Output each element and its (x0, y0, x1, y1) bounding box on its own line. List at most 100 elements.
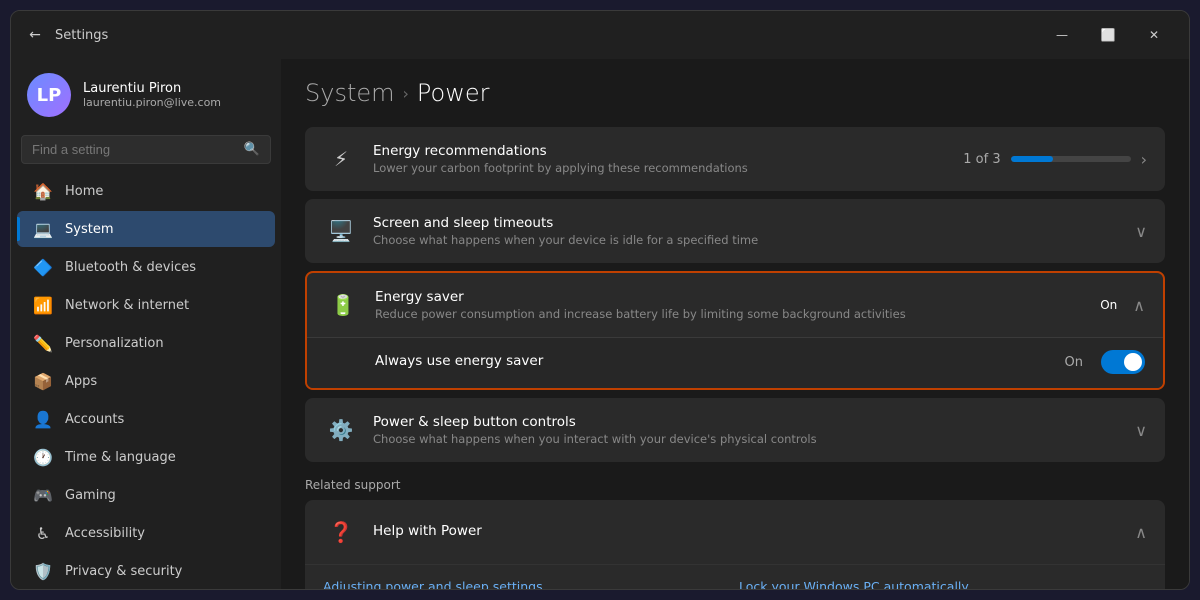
chevron-down-icon: ∨ (1135, 222, 1147, 241)
energy-recommendations-row[interactable]: ⚡ Energy recommendations Lower your carb… (305, 127, 1165, 191)
help-header[interactable]: ❓ Help with Power ∧ (305, 500, 1165, 565)
bluetooth-icon: 🔷 (33, 257, 53, 277)
power-sleep-right: ∨ (1135, 421, 1147, 440)
titlebar-left: ← Settings (23, 23, 108, 47)
gaming-icon: 🎮 (33, 485, 53, 505)
energy-progress-fill (1011, 156, 1053, 162)
sidebar-item-network[interactable]: 📶 Network & internet (17, 287, 275, 323)
back-button[interactable]: ← (23, 23, 47, 47)
power-sleep-subtitle: Choose what happens when you interact wi… (373, 432, 1121, 446)
privacy-icon: 🛡️ (33, 561, 53, 581)
energy-saver-text: Energy saver Reduce power consumption an… (375, 289, 1086, 321)
sidebar-item-label: System (65, 222, 113, 237)
sidebar: LP Laurentiu Piron laurentiu.piron@live.… (11, 59, 281, 589)
home-icon: 🏠 (33, 181, 53, 201)
sidebar-item-accessibility[interactable]: ♿ Accessibility (17, 515, 275, 551)
toggle-thumb (1124, 353, 1142, 371)
energy-saver-expanded-content: Always use energy saver On (307, 338, 1163, 388)
accounts-icon: 👤 (33, 409, 53, 429)
sidebar-item-label: Network & internet (65, 298, 189, 313)
power-sleep-row[interactable]: ⚙️ Power & sleep button controls Choose … (305, 398, 1165, 462)
help-link-0[interactable]: Adjusting power and sleep settings (323, 579, 731, 589)
screen-sleep-text: Screen and sleep timeouts Choose what ha… (373, 215, 1121, 247)
energy-saver-right: On ∧ (1100, 296, 1145, 315)
close-button[interactable]: ✕ (1131, 19, 1177, 51)
maximize-button[interactable]: ⬜ (1085, 19, 1131, 51)
sidebar-item-bluetooth[interactable]: 🔷 Bluetooth & devices (17, 249, 275, 285)
sidebar-item-system[interactable]: 💻 System (17, 211, 275, 247)
always-use-label: Always use energy saver (375, 353, 543, 369)
chevron-down-icon-2: ∨ (1135, 421, 1147, 440)
sidebar-item-personalization[interactable]: ✏️ Personalization (17, 325, 275, 361)
apps-icon: 📦 (33, 371, 53, 391)
user-name: Laurentiu Piron (83, 81, 221, 96)
sidebar-item-label: Home (65, 184, 103, 199)
search-box[interactable]: 🔍 (21, 135, 271, 164)
minimize-button[interactable]: — (1039, 19, 1085, 51)
help-card: ❓ Help with Power ∧ Adjusting power and … (305, 500, 1165, 589)
breadcrumb-parent[interactable]: System (305, 79, 395, 107)
user-info: Laurentiu Piron laurentiu.piron@live.com (83, 81, 221, 109)
energy-saver-subtitle: Reduce power consumption and increase ba… (375, 307, 1086, 321)
sidebar-item-label: Gaming (65, 488, 116, 503)
related-support-label: Related support (305, 478, 1165, 492)
breadcrumb-current: Power (417, 79, 490, 107)
breadcrumb-separator: › (403, 84, 409, 103)
energy-rec-text: Energy recommendations Lower your carbon… (373, 143, 949, 175)
sidebar-item-gaming[interactable]: 🎮 Gaming (17, 477, 275, 513)
energy-progress-bar (1011, 156, 1131, 162)
search-icon: 🔍 (244, 142, 260, 157)
screen-sleep-row[interactable]: 🖥️ Screen and sleep timeouts Choose what… (305, 199, 1165, 263)
sidebar-item-time[interactable]: 🕐 Time & language (17, 439, 275, 475)
network-icon: 📶 (33, 295, 53, 315)
screen-sleep-title: Screen and sleep timeouts (373, 215, 1121, 231)
sidebar-item-privacy[interactable]: 🛡️ Privacy & security (17, 553, 275, 589)
breadcrumb: System › Power (305, 79, 1165, 107)
sidebar-item-label: Personalization (65, 336, 164, 351)
help-links: Adjusting power and sleep settings Lock … (305, 565, 1165, 589)
sidebar-item-label: Accessibility (65, 526, 145, 541)
toggle-on-label: On (1065, 355, 1083, 370)
sidebar-item-label: Time & language (65, 450, 176, 465)
time-icon: 🕐 (33, 447, 53, 467)
always-use-toggle[interactable] (1101, 350, 1145, 374)
search-input[interactable] (32, 142, 236, 157)
help-chevron-up-icon: ∧ (1135, 523, 1147, 542)
screen-sleep-card: 🖥️ Screen and sleep timeouts Choose what… (305, 199, 1165, 263)
avatar[interactable]: LP (27, 73, 71, 117)
user-section: LP Laurentiu Piron laurentiu.piron@live.… (11, 59, 281, 131)
app-title: Settings (55, 28, 108, 43)
screen-sleep-right: ∨ (1135, 222, 1147, 241)
energy-saver-icon: 🔋 (325, 287, 361, 323)
sidebar-item-label: Apps (65, 374, 97, 389)
energy-rec-subtitle: Lower your carbon footprint by applying … (373, 161, 949, 175)
toggle-group: On (1065, 350, 1145, 374)
energy-saver-title: Energy saver (375, 289, 1086, 305)
power-sleep-icon: ⚙️ (323, 412, 359, 448)
sidebar-item-home[interactable]: 🏠 Home (17, 173, 275, 209)
sidebar-item-label: Accounts (65, 412, 124, 427)
chevron-up-icon: ∧ (1133, 296, 1145, 315)
titlebar: ← Settings — ⬜ ✕ (11, 11, 1189, 59)
power-sleep-card: ⚙️ Power & sleep button controls Choose … (305, 398, 1165, 462)
energy-saver-header[interactable]: 🔋 Energy saver Reduce power consumption … (307, 273, 1163, 338)
help-title: Help with Power (373, 523, 1121, 539)
energy-saver-card: 🔋 Energy saver Reduce power consumption … (305, 271, 1165, 390)
sidebar-item-label: Privacy & security (65, 564, 182, 579)
energy-rec-right: 1 of 3 › (963, 150, 1147, 169)
sidebar-item-apps[interactable]: 📦 Apps (17, 363, 275, 399)
sidebar-item-accounts[interactable]: 👤 Accounts (17, 401, 275, 437)
system-icon: 💻 (33, 219, 53, 239)
energy-rec-icon: ⚡ (323, 141, 359, 177)
help-text: Help with Power (373, 523, 1121, 541)
power-sleep-title: Power & sleep button controls (373, 414, 1121, 430)
energy-saver-status: On (1100, 298, 1117, 312)
sidebar-item-label: Bluetooth & devices (65, 260, 196, 275)
personalization-icon: ✏️ (33, 333, 53, 353)
screen-sleep-subtitle: Choose what happens when your device is … (373, 233, 1121, 247)
chevron-right-icon: › (1141, 150, 1147, 169)
screen-sleep-icon: 🖥️ (323, 213, 359, 249)
help-link-1[interactable]: Lock your Windows PC automatically (739, 579, 1147, 589)
window-controls: — ⬜ ✕ (1039, 19, 1177, 51)
main-panel: System › Power ⚡ Energy recommendations … (281, 59, 1189, 589)
